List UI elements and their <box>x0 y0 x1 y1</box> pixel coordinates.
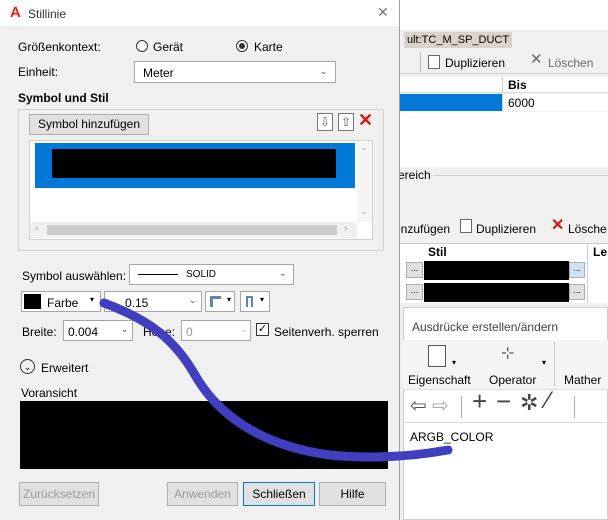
annotation-stroke <box>99 298 453 462</box>
